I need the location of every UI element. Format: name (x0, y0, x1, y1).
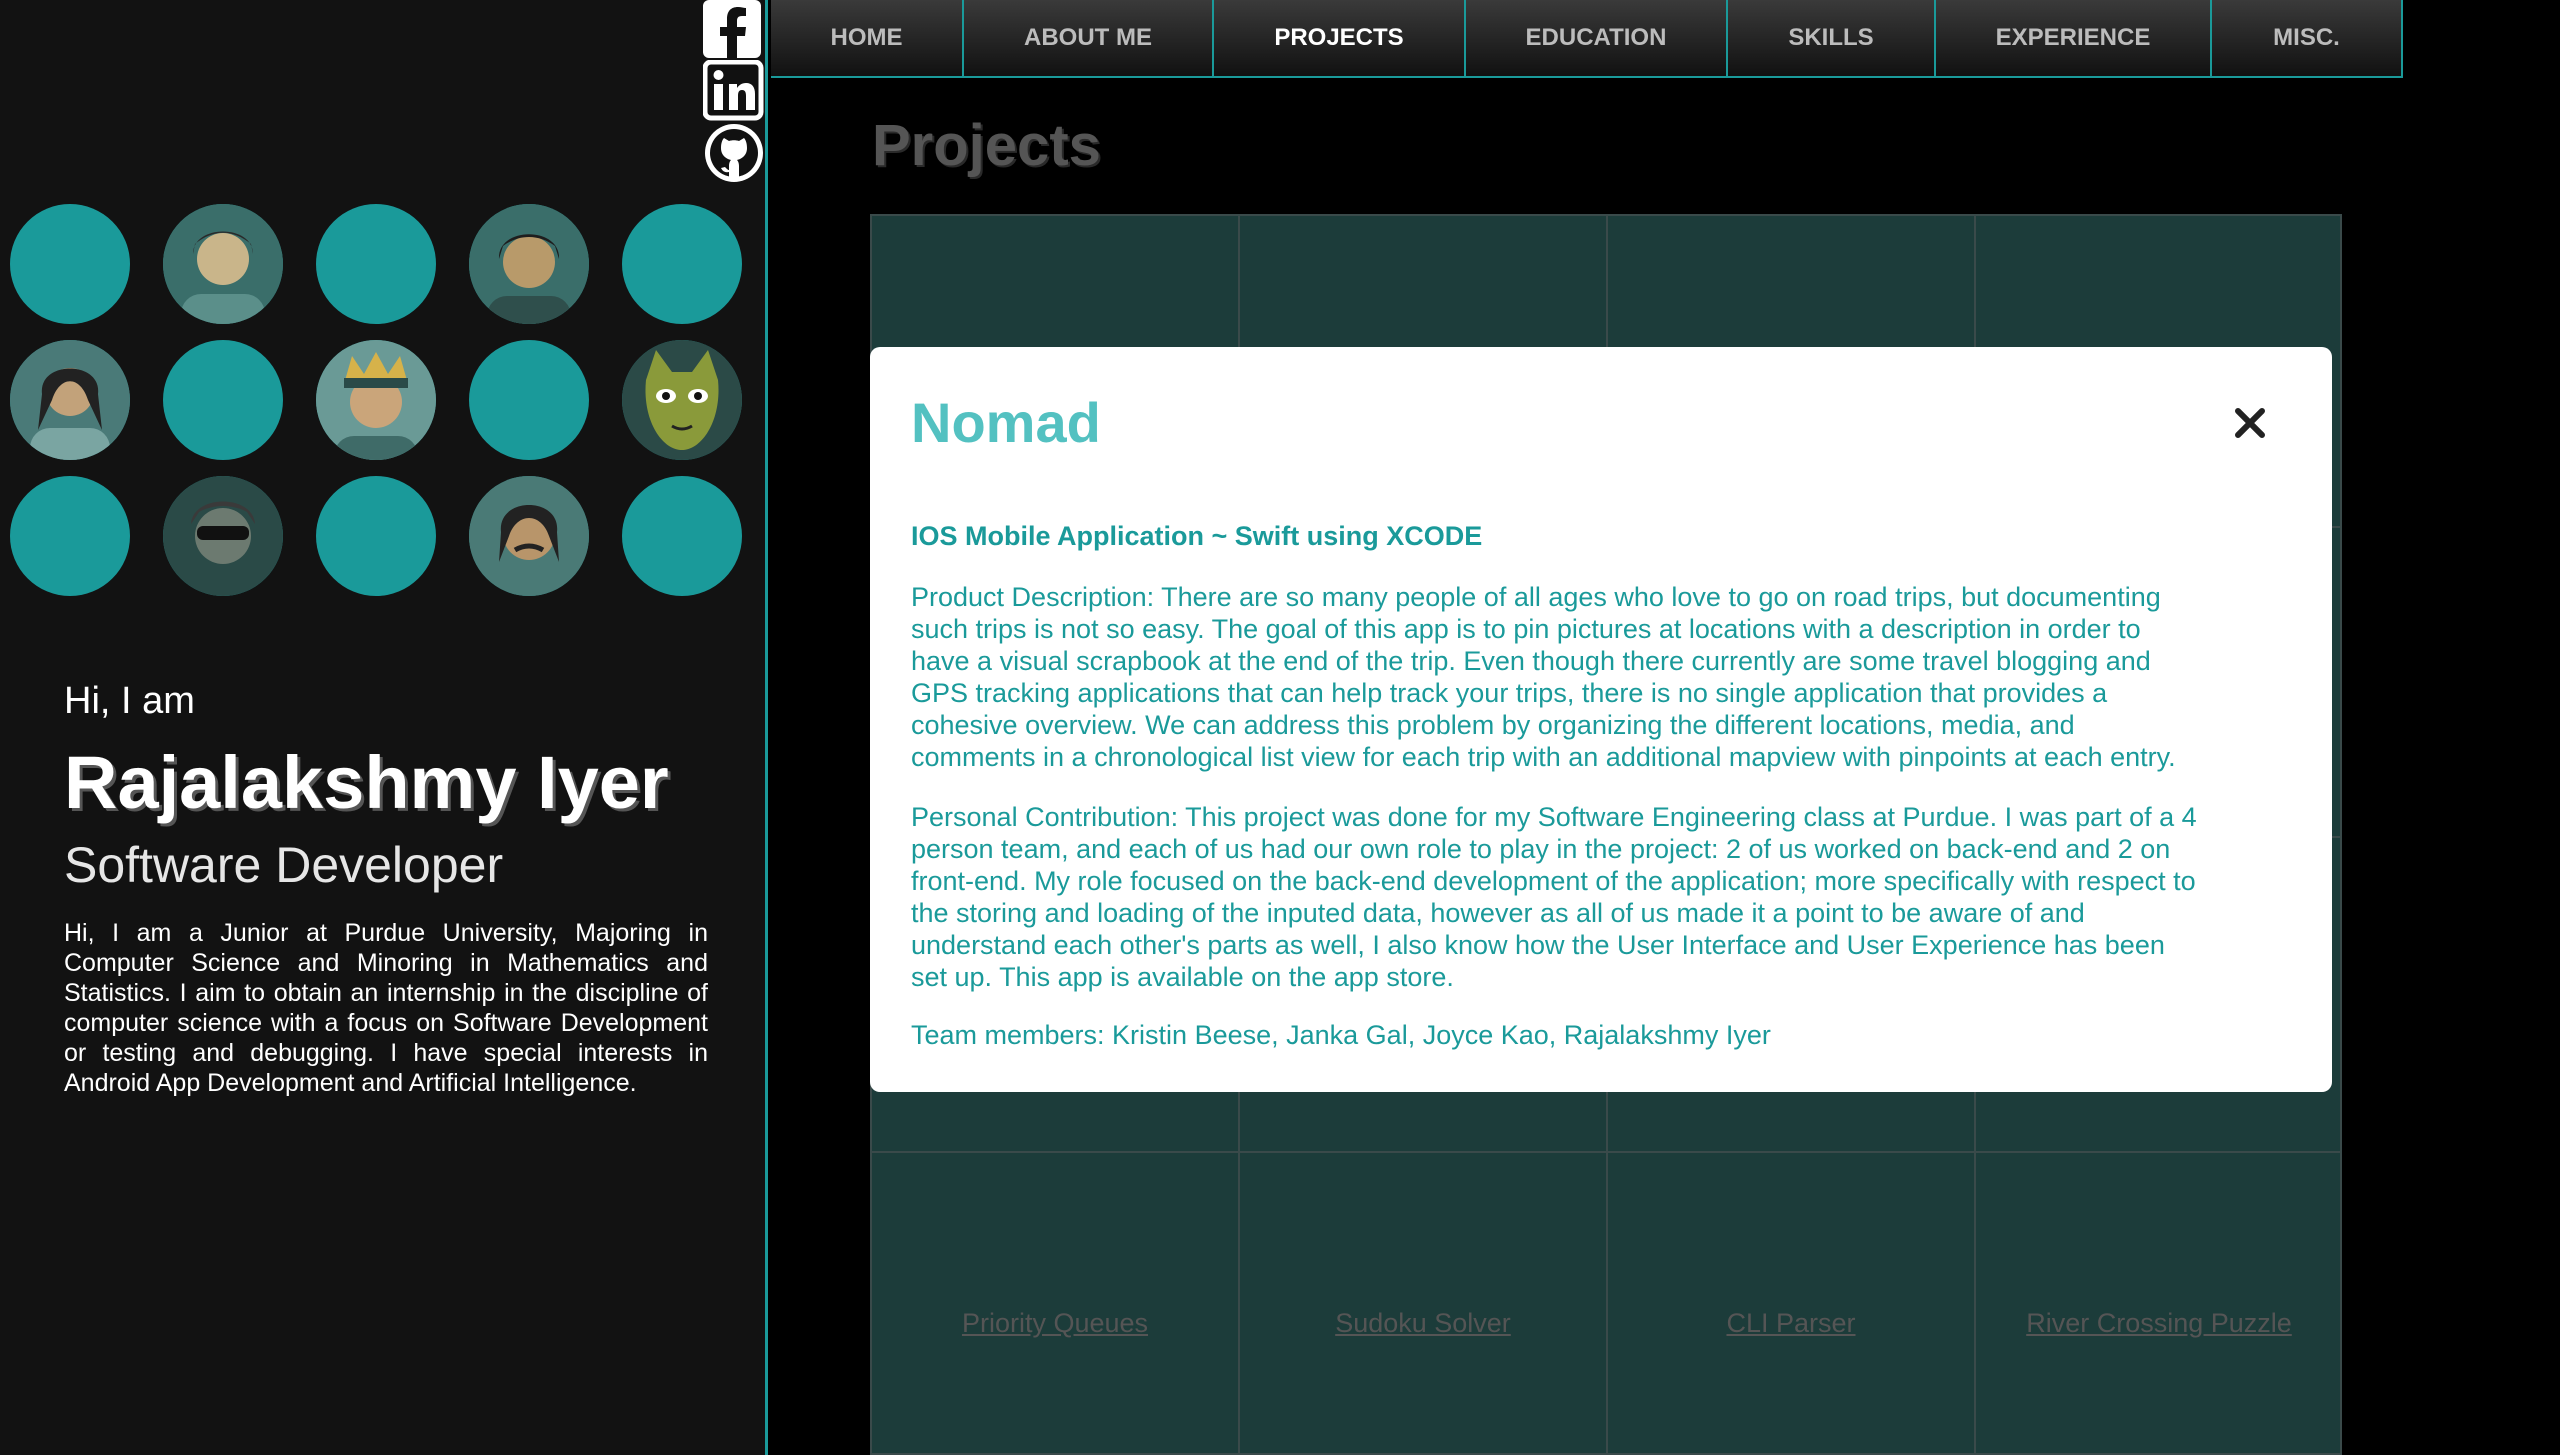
nav-misc[interactable]: MISC. (2212, 0, 2403, 76)
nav-experience[interactable]: EXPERIENCE (1936, 0, 2212, 76)
modal-title: Nomad (911, 391, 1101, 454)
avatar-photo (316, 340, 436, 460)
intro-greeting: Hi, I am (64, 680, 195, 722)
nav-home[interactable]: HOME (771, 0, 964, 76)
intro-name: Rajalakshmy Iyer (64, 741, 669, 824)
avatar-photo (163, 476, 283, 596)
intro-bio: Hi, I am a Junior at Purdue University, … (64, 919, 708, 1097)
decorative-circle (316, 204, 436, 324)
decorative-circle (10, 476, 130, 596)
avatar-photo (163, 204, 283, 324)
nav-about-me[interactable]: ABOUT ME (964, 0, 1214, 76)
top-nav: HOME ABOUT ME PROJECTS EDUCATION SKILLS … (771, 0, 2403, 78)
nav-skills[interactable]: SKILLS (1728, 0, 1936, 76)
facebook-icon[interactable] (703, 0, 765, 62)
nav-education[interactable]: EDUCATION (1466, 0, 1728, 76)
modal-description: Product Description: There are so many p… (911, 582, 2176, 772)
decorative-circle (316, 476, 436, 596)
intro-role: Software Developer (64, 837, 504, 893)
project-tile-sudoku-solver[interactable]: Sudoku Solver (1240, 1308, 1606, 1339)
grid-divider (872, 1151, 2340, 1153)
project-tile-priority-queues[interactable]: Priority Queues (872, 1308, 1238, 1339)
avatar-photo (469, 204, 589, 324)
decorative-circle (469, 340, 589, 460)
nav-projects[interactable]: PROJECTS (1214, 0, 1466, 76)
project-tile-cli-parser[interactable]: CLI Parser (1608, 1308, 1974, 1339)
project-tile-river-crossing[interactable]: River Crossing Puzzle (1976, 1308, 2342, 1339)
github-icon[interactable] (703, 122, 765, 184)
avatar-grid (10, 204, 750, 596)
linkedin-icon[interactable] (703, 60, 765, 122)
avatar-photo (622, 340, 742, 460)
avatar-photo (469, 476, 589, 596)
project-modal: Nomad IOS Mobile Application ~ Swift usi… (870, 347, 2332, 1092)
decorative-circle (622, 204, 742, 324)
decorative-circle (622, 476, 742, 596)
page-title: Projects (872, 113, 1101, 178)
avatar-photo (10, 340, 130, 460)
modal-team: Team members: Kristin Beese, Janka Gal, … (911, 1020, 1771, 1050)
modal-contribution: Personal Contribution: This project was … (911, 802, 2197, 992)
modal-subtitle: IOS Mobile Application ~ Swift using XCO… (911, 521, 1483, 551)
decorative-circle (163, 340, 283, 460)
decorative-circle (10, 204, 130, 324)
close-icon[interactable] (2232, 405, 2268, 441)
sidebar: Hi, I am Rajalakshmy Iyer Software Devel… (0, 0, 768, 1455)
